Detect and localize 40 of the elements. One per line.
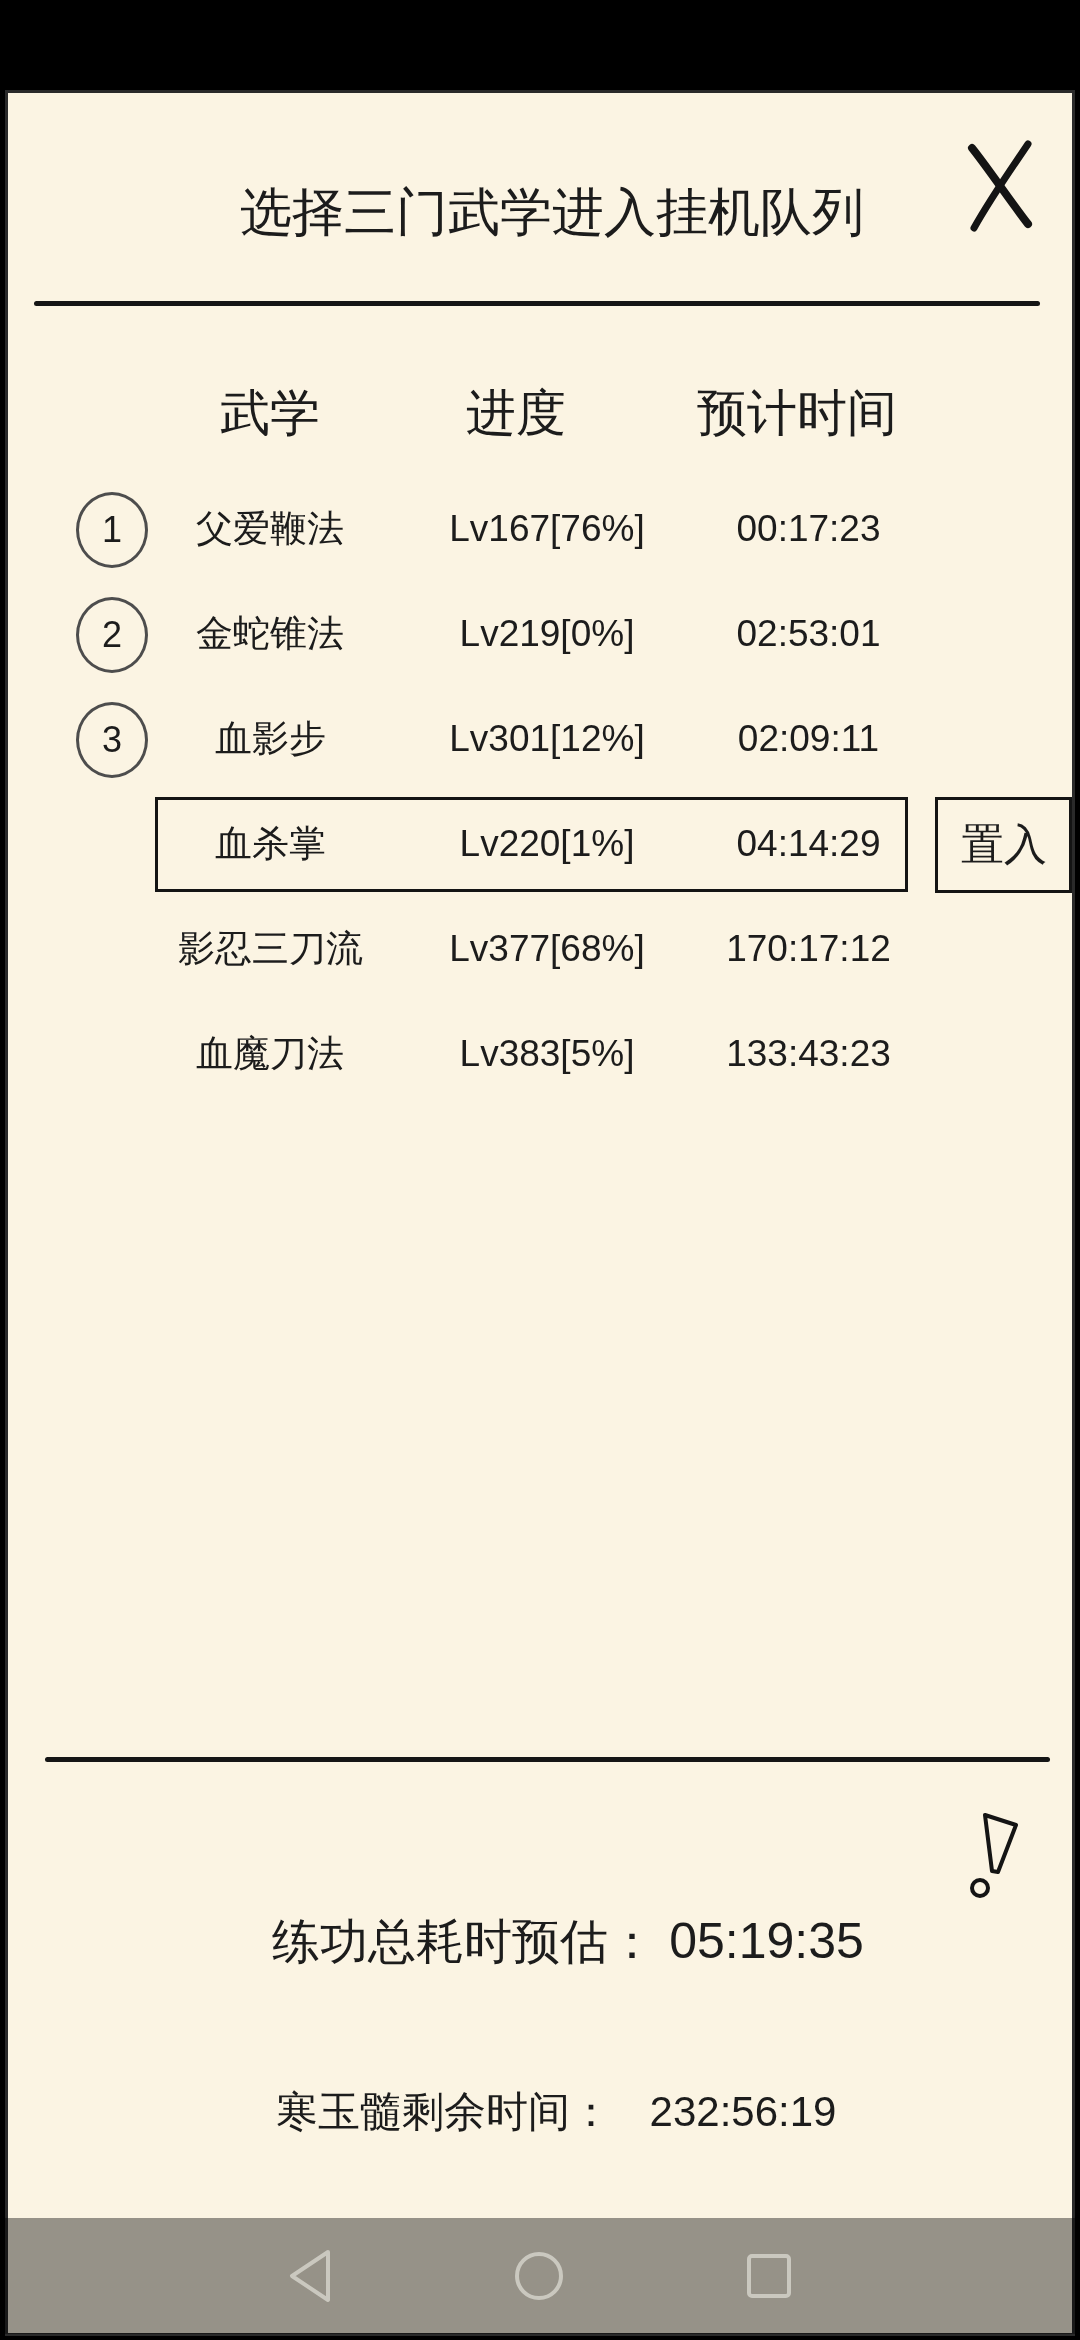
dialog-title: 选择三门武学进入挂机队列	[240, 182, 864, 243]
skill-progress: Lv383[5%]	[458, 1032, 636, 1077]
home-icon[interactable]	[515, 2252, 563, 2300]
exclamation-icon[interactable]	[968, 1810, 1019, 1900]
summary-label: 练功总耗时预估：	[272, 1914, 657, 1970]
column-header: 进度	[465, 384, 567, 443]
skill-progress: Lv220[1%]	[458, 822, 636, 867]
skill-name: 父爱鞭法	[195, 507, 345, 552]
back-icon[interactable]	[289, 2249, 331, 2303]
estimated-time: 133:43:23	[725, 1032, 892, 1077]
skill-row[interactable]: 血魔刀法 Lv383[5%] 133:43:23	[155, 1007, 908, 1102]
skill-progress: Lv301[12%]	[448, 717, 646, 762]
skill-name: 金蛇锥法	[195, 612, 345, 657]
column-header: 预计时间	[696, 384, 898, 443]
summary-value: 232:56:19	[649, 2087, 837, 2137]
estimated-time: 04:14:29	[735, 822, 882, 867]
skill-name: 血影步	[213, 717, 327, 762]
skill-row[interactable]: 血影步 Lv301[12%] 02:09:11	[155, 692, 908, 787]
estimated-time: 02:53:01	[735, 612, 882, 657]
skill-progress: Lv167[76%]	[448, 507, 646, 552]
queue-number: 3	[76, 701, 148, 778]
recents-icon[interactable]	[747, 2254, 791, 2298]
skill-progress: Lv219[0%]	[458, 612, 636, 657]
queue-number: 2	[76, 596, 148, 673]
summary-label: 寒玉髓剩余时间：	[275, 2087, 612, 2137]
skill-row[interactable]: 影忍三刀流 Lv377[68%] 170:17:12	[155, 902, 908, 997]
column-header: 武学	[219, 384, 321, 443]
queue-number: 1	[76, 491, 148, 568]
skill-name: 影忍三刀流	[176, 927, 364, 972]
estimated-time: 170:17:12	[725, 927, 892, 972]
skill-row[interactable]: 父爱鞭法 Lv167[76%] 00:17:23	[155, 482, 908, 577]
skill-row[interactable]: 血杀掌 Lv220[1%] 04:14:29	[155, 797, 908, 892]
estimated-time: 00:17:23	[735, 507, 882, 552]
summary-value: 05:19:35	[669, 1912, 864, 1971]
skill-row[interactable]: 金蛇锥法 Lv219[0%] 02:53:01	[155, 587, 908, 682]
skill-name: 血魔刀法	[195, 1032, 345, 1077]
place-button[interactable]: 置入	[935, 796, 1072, 893]
estimated-time: 02:09:11	[736, 717, 881, 762]
skill-progress: Lv377[68%]	[448, 927, 646, 972]
skill-name: 血杀掌	[213, 822, 327, 867]
